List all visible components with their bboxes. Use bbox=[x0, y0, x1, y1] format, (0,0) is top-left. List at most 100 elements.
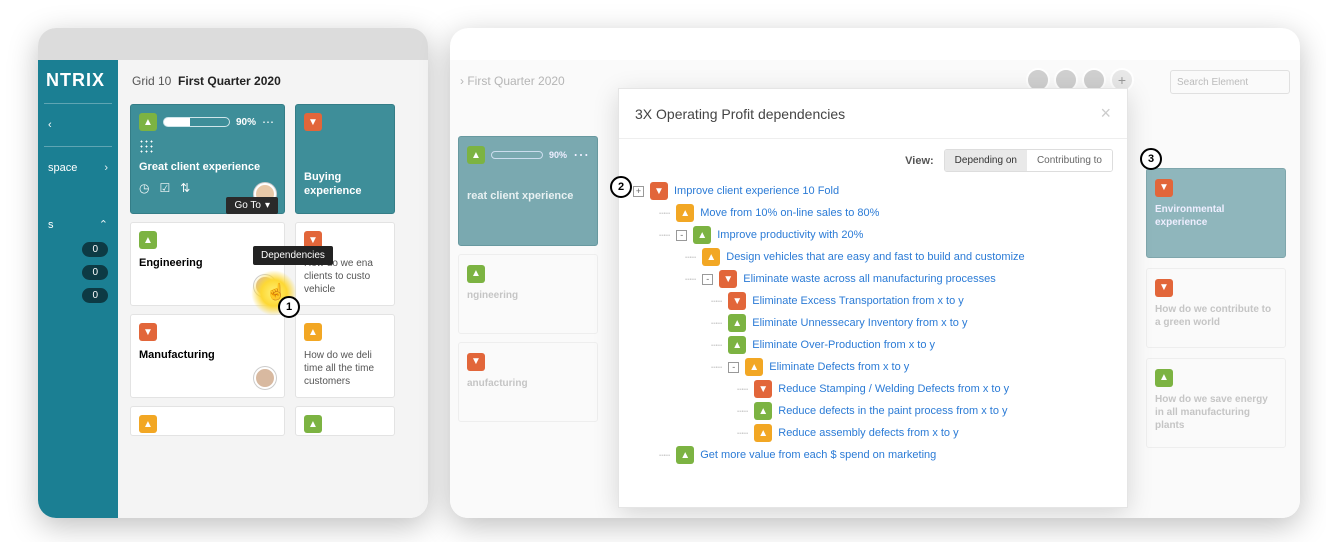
step-marker-1: 1 bbox=[278, 296, 300, 318]
tree-node-link[interactable]: Improve productivity with 20% bbox=[717, 229, 863, 241]
bg-card: ▲ngineering bbox=[458, 254, 598, 334]
tree-node-link[interactable]: Reduce assembly defects from x to y bbox=[778, 427, 958, 439]
tree-node-link[interactable]: Reduce defects in the paint process from… bbox=[778, 405, 1007, 417]
goto-button[interactable]: Go To▾ bbox=[226, 197, 278, 214]
panel-right: › First Quarter 2020 + Search Element ▲9… bbox=[450, 28, 1300, 518]
dependency-tree: +▼Improve client experience 10 Fold┄┄▲Mo… bbox=[619, 180, 1127, 476]
search-input[interactable]: Search Element bbox=[1170, 70, 1290, 94]
expand-icon[interactable]: + bbox=[633, 186, 644, 197]
tree-node-link[interactable]: Eliminate Over-Production from x to y bbox=[752, 339, 935, 351]
grid-icon[interactable] bbox=[139, 139, 153, 153]
sidebar-item-back[interactable]: ‹ bbox=[44, 112, 112, 138]
trend-dn-icon: ▼ bbox=[728, 292, 746, 310]
tree-node-link[interactable]: Eliminate Excess Transportation from x t… bbox=[752, 295, 964, 307]
trend-up-icon: ▲ bbox=[139, 113, 157, 131]
tree-connector: ┄┄ bbox=[685, 251, 694, 264]
trend-up-icon: ▲ bbox=[139, 231, 157, 249]
tree-node[interactable]: ┄┄▲Reduce defects in the paint process f… bbox=[633, 400, 1113, 422]
caret-down-icon: ▾ bbox=[265, 200, 270, 211]
modal-title: 3X Operating Profit dependencies bbox=[635, 106, 845, 122]
trend-dn-icon: ▼ bbox=[754, 380, 772, 398]
tree-node[interactable]: ┄┄ ▲ Eliminate Unnessecary Inventory from … bbox=[633, 312, 1113, 334]
trend-flat-icon: ▲ bbox=[139, 415, 157, 433]
tree-node[interactable]: ┄┄-▲ Eliminate Defects from x to y bbox=[633, 356, 1113, 378]
tree-node-link[interactable]: Move from 10% on-line sales to 80% bbox=[700, 207, 879, 219]
tree-node[interactable]: +▼Improve client experience 10 Fold bbox=[633, 180, 1113, 202]
sidebar-item-s[interactable]: s⌃ bbox=[44, 211, 112, 238]
trend-up-icon: ▲ bbox=[676, 446, 694, 464]
card-generic[interactable]: ▲ bbox=[295, 406, 395, 436]
collapse-icon[interactable]: - bbox=[728, 362, 739, 373]
sidebar: NTRIX ‹ space› s⌃ 0 0 0 bbox=[38, 60, 118, 518]
collapse-icon[interactable]: - bbox=[702, 274, 713, 285]
trend-up-icon: ▲ bbox=[304, 415, 322, 433]
tree-node[interactable]: ┄┄▲Reduce assembly defects from x to y bbox=[633, 422, 1113, 444]
card-title: Manufacturing bbox=[139, 349, 276, 363]
tree-node-link[interactable]: Reduce Stamping / Welding Defects from x… bbox=[778, 383, 1009, 395]
seg-depending-on[interactable]: Depending on bbox=[945, 150, 1027, 171]
tree-connector: ┄┄ bbox=[737, 427, 746, 440]
trend-down-icon: ▼ bbox=[304, 113, 322, 131]
bg-card: ▼anufacturing bbox=[458, 342, 598, 422]
bg-card: ▲How do we save energy in all manufactur… bbox=[1146, 358, 1286, 448]
trend-yl-icon: ▲ bbox=[745, 358, 763, 376]
tree-connector: ┄┄ bbox=[711, 317, 720, 330]
tree-node-link[interactable]: Get more value from each $ spend on mark… bbox=[700, 449, 936, 461]
sidebar-badge: 0 bbox=[82, 265, 108, 280]
tree-node[interactable]: ┄┄ ▼ Eliminate Excess Transportation from … bbox=[633, 290, 1113, 312]
card-how-deliver[interactable]: ▲ How do we deli time all the time custo… bbox=[295, 314, 395, 398]
tree-node[interactable]: ┄┄-▼Eliminate waste across all manufactu… bbox=[633, 268, 1113, 290]
avatar[interactable] bbox=[254, 367, 276, 389]
card-great-client[interactable]: ▲ 90% ⋯ Great client experience ◷ ☑ ⇅ Go… bbox=[130, 104, 285, 214]
sidebar-badge: 0 bbox=[82, 242, 108, 257]
step-marker-3: 3 bbox=[1140, 148, 1162, 170]
card-generic[interactable]: ▲ bbox=[130, 406, 285, 436]
sidebar-item-space[interactable]: space› bbox=[44, 155, 112, 181]
tree-node-link[interactable]: Eliminate Defects from x to y bbox=[769, 361, 909, 373]
bg-card: ▼How do we contribute to a green world bbox=[1146, 268, 1286, 348]
trend-up-icon: ▲ bbox=[693, 226, 711, 244]
dependencies-icon[interactable]: ⇅ bbox=[180, 181, 190, 195]
trend-up-icon: ▲ bbox=[728, 336, 746, 354]
panel-left: NTRIX ‹ space› s⌃ 0 0 0 Grid 10 First Qu… bbox=[38, 28, 428, 518]
view-segmented-control: Depending on Contributing to bbox=[944, 149, 1113, 172]
tree-connector: ┄┄ bbox=[659, 229, 668, 242]
tree-node[interactable]: ┄┄ ▲ Move from 10% on-line sales to 80% bbox=[633, 202, 1113, 224]
tree-node-link[interactable]: Improve client experience 10 Fold bbox=[674, 185, 839, 197]
more-icon[interactable]: ⋯ bbox=[262, 115, 276, 129]
chevron-up-icon: ⌃ bbox=[99, 218, 108, 231]
tree-node[interactable]: ┄┄▼Reduce Stamping / Welding Defects fro… bbox=[633, 378, 1113, 400]
trend-yl-icon: ▲ bbox=[676, 204, 694, 222]
seg-contributing-to[interactable]: Contributing to bbox=[1027, 150, 1112, 171]
tree-node-link[interactable]: Design vehicles that are easy and fast t… bbox=[726, 251, 1024, 263]
dependencies-modal: 3X Operating Profit dependencies × View:… bbox=[618, 88, 1128, 508]
tree-node-link[interactable]: Eliminate waste across all manufacturing… bbox=[743, 273, 996, 285]
tree-connector: ┄┄ bbox=[659, 207, 668, 220]
bg-card: ▲90%⋯ reat client xperience bbox=[458, 136, 598, 246]
tree-connector: ┄┄ bbox=[711, 339, 720, 352]
tree-connector: ┄┄ bbox=[737, 405, 746, 418]
clock-icon[interactable]: ◷ bbox=[139, 181, 149, 195]
progress-bar bbox=[163, 117, 230, 127]
card-manufacturing[interactable]: ▼ Manufacturing bbox=[130, 314, 285, 398]
collapse-icon[interactable]: - bbox=[676, 230, 687, 241]
trend-down-icon: ▼ bbox=[139, 323, 157, 341]
tree-node[interactable]: ┄┄ ▲ Eliminate Over-Production from x to y bbox=[633, 334, 1113, 356]
tree-connector: ┄┄ bbox=[711, 295, 720, 308]
tree-node-link[interactable]: Eliminate Unnessecary Inventory from x t… bbox=[752, 317, 967, 329]
view-label: View: bbox=[905, 155, 934, 167]
tree-connector: ┄┄ bbox=[685, 273, 694, 286]
trend-yl-icon: ▲ bbox=[702, 248, 720, 266]
tree-node[interactable]: ┄┄▲Get more value from each $ spend on m… bbox=[633, 444, 1113, 466]
title-bar bbox=[38, 28, 428, 60]
breadcrumb: › First Quarter 2020 bbox=[460, 74, 565, 88]
tree-node[interactable]: ┄┄ ▲ Design vehicles that are easy and fas… bbox=[633, 246, 1113, 268]
tree-node[interactable]: ┄┄-▲ Improve productivity with 20% bbox=[633, 224, 1113, 246]
check-icon[interactable]: ☑ bbox=[159, 181, 170, 195]
close-icon[interactable]: × bbox=[1100, 103, 1111, 124]
trend-up-icon: ▲ bbox=[728, 314, 746, 332]
grid-content: Grid 10 First Quarter 2020 ▲ 90% ⋯ Great… bbox=[118, 60, 428, 518]
progress-pct: 90% bbox=[236, 117, 256, 128]
card-buying[interactable]: ▼ Buying experience bbox=[295, 104, 395, 214]
tree-connector: ┄┄ bbox=[711, 361, 720, 374]
